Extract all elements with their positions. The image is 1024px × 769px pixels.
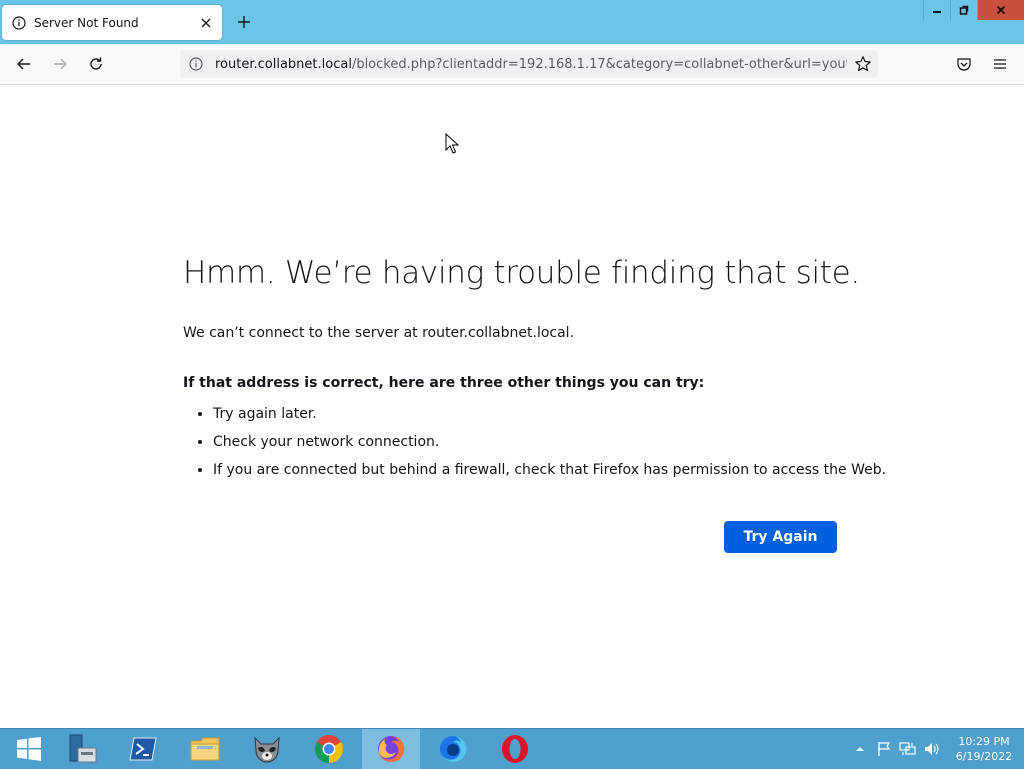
tab-title: Server Not Found	[34, 15, 139, 30]
tab-close-icon[interactable]	[198, 15, 214, 31]
navigation-toolbar: router.collabnet.local/blocked.php?clien…	[0, 44, 1024, 85]
try-again-button[interactable]: Try Again	[724, 521, 837, 553]
url-text[interactable]: router.collabnet.local/blocked.php?clien…	[215, 57, 847, 72]
raccoon-app-icon[interactable]	[238, 729, 296, 769]
restore-icon[interactable]	[950, 0, 977, 20]
suggestion-item: If you are connected but behind a firewa…	[213, 461, 886, 479]
chrome-icon[interactable]	[300, 729, 358, 769]
reload-icon[interactable]	[86, 54, 106, 74]
taskbar: 10:29 PM 6/19/2022	[0, 728, 1024, 769]
suggestions-heading: If that address is correct, here are thr…	[183, 375, 705, 391]
network-icon[interactable]	[899, 740, 917, 758]
window-controls	[923, 0, 1024, 20]
address-bar[interactable]: router.collabnet.local/blocked.php?clien…	[180, 50, 878, 78]
clock-time: 10:29 PM	[958, 735, 1010, 748]
suggestions-list: Try again later. Check your network conn…	[183, 405, 886, 479]
volume-icon[interactable]	[923, 740, 941, 758]
file-explorer-icon[interactable]	[176, 729, 234, 769]
error-page: Hmm. We’re having trouble finding that s…	[183, 255, 886, 489]
firefox-icon[interactable]	[362, 729, 420, 769]
site-info-icon[interactable]	[189, 57, 203, 71]
error-description: We can’t connect to the server at router…	[183, 325, 575, 341]
url-path: /blocked.php?clientaddr=192.168.1.17&cat…	[351, 56, 847, 72]
info-icon	[12, 15, 26, 30]
suggestion-item: Try again later.	[213, 405, 853, 423]
action-center-flag-icon[interactable]	[875, 740, 893, 758]
pocket-icon[interactable]	[954, 54, 974, 74]
back-arrow-icon[interactable]	[14, 54, 34, 74]
clock[interactable]: 10:29 PM 6/19/2022	[944, 734, 1024, 764]
bookmark-star-icon[interactable]	[854, 55, 872, 73]
new-tab-icon[interactable]	[236, 14, 252, 30]
title-bar: Server Not Found	[0, 0, 1024, 44]
opera-icon[interactable]	[486, 729, 544, 769]
show-hidden-icons-icon[interactable]	[851, 740, 869, 758]
error-title: Hmm. We’re having trouble finding that s…	[183, 255, 860, 291]
url-host: router.collabnet.local	[215, 56, 352, 72]
system-tray: 10:29 PM 6/19/2022	[848, 729, 1024, 769]
menu-hamburger-icon[interactable]	[990, 54, 1010, 74]
server-manager-icon[interactable]	[52, 729, 110, 769]
powershell-icon[interactable]	[114, 729, 172, 769]
close-window-icon[interactable]	[977, 0, 1024, 20]
forward-arrow-icon[interactable]	[50, 54, 70, 74]
minimize-icon[interactable]	[923, 0, 950, 20]
firefox-developer-icon[interactable]	[424, 729, 482, 769]
mouse-cursor-icon	[445, 133, 459, 154]
start-icon[interactable]	[0, 729, 58, 769]
clock-date: 6/19/2022	[955, 750, 1013, 763]
tab-server-not-found[interactable]: Server Not Found	[2, 5, 222, 40]
suggestion-item: Check your network connection.	[213, 433, 853, 451]
